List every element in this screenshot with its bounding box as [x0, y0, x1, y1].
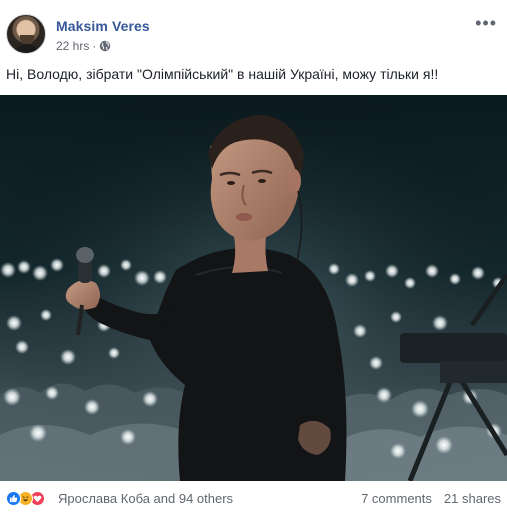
concert-photo	[0, 95, 507, 481]
post-text: Ні, Володю, зібрати "Олімпійський" в наш…	[6, 66, 439, 82]
avatar[interactable]	[6, 14, 46, 54]
post-time[interactable]: 22 hrs	[56, 39, 89, 53]
reaction-icons[interactable]	[6, 491, 45, 506]
post-meta: 22 hrs ·	[56, 39, 111, 53]
globe-icon[interactable]	[99, 40, 111, 52]
facebook-post: Maksim Veres 22 hrs · ••• Ні, Володю, зі…	[0, 0, 507, 512]
like-icon	[6, 491, 21, 506]
engagement-counts: 7 comments 21 shares	[361, 491, 501, 506]
post-header: Maksim Veres 22 hrs · •••	[6, 14, 501, 58]
post-footer: Ярослава Коба and 94 others 7 comments 2…	[6, 489, 501, 509]
meta-separator: ·	[92, 39, 97, 53]
author-name[interactable]: Maksim Veres	[56, 18, 150, 34]
more-options-icon[interactable]: •••	[475, 14, 497, 32]
comments-count[interactable]: 7 comments	[361, 491, 432, 506]
avatar-shirt	[13, 44, 41, 53]
shares-count[interactable]: 21 shares	[444, 491, 501, 506]
reactors-text[interactable]: Ярослава Коба and 94 others	[58, 491, 233, 506]
post-photo[interactable]	[0, 95, 507, 481]
